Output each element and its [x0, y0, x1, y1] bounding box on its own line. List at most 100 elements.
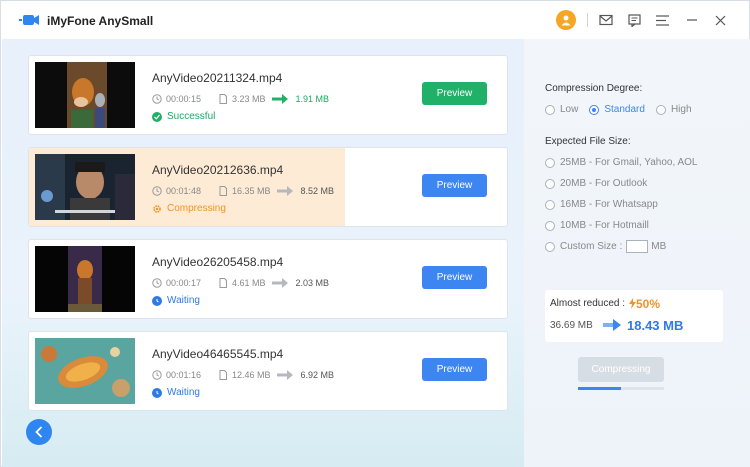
clock-icon [152, 94, 162, 104]
mail-icon[interactable] [597, 11, 615, 29]
size-option-label: 25MB - For Gmail, Yahoo, AOL [560, 157, 698, 168]
compressed-size: 18.43 MB [627, 318, 684, 333]
video-duration: 00:01:16 [166, 370, 202, 380]
radio-high[interactable] [655, 104, 666, 115]
arrow-right-icon [271, 94, 288, 104]
compression-degree-options: Low Standard High [545, 104, 703, 115]
reduction-summary: Almost reduced : 50% 36.69 MB 18.43 MB [545, 290, 723, 342]
video-size-before: 12.46 MB [232, 370, 271, 380]
title-bar: iMyFone AnySmall [1, 1, 749, 39]
video-status-text: Waiting [167, 295, 200, 306]
feedback-icon[interactable] [625, 11, 643, 29]
degree-option-high[interactable]: High [655, 104, 692, 115]
file-icon [219, 370, 227, 380]
app-title: iMyFone AnySmall [47, 14, 154, 28]
size-option-10mb[interactable]: 10MB - For Hotmaill [545, 220, 649, 231]
video-size-after: 2.03 MB [295, 278, 330, 288]
radio-standard[interactable] [589, 104, 600, 115]
settings-panel: Compression Degree: Low Standard High Ex… [524, 39, 750, 467]
video-status: Waiting [152, 295, 200, 306]
user-avatar-icon[interactable] [556, 10, 576, 30]
compress-progress-fill [578, 387, 621, 390]
preview-button[interactable]: Preview [422, 82, 487, 105]
video-status: Waiting [152, 387, 200, 398]
radio-25mb[interactable] [545, 157, 555, 168]
video-meta: 00:00:17 4.61 MB 2.03 MB [152, 277, 329, 289]
size-option-label: 10MB - For Hotmaill [560, 220, 649, 231]
degree-option-low[interactable]: Low [545, 104, 578, 115]
video-filename: AnyVideo26205458.mp4 [152, 255, 284, 269]
chevron-left-icon [35, 426, 43, 438]
compress-progress-bar [578, 387, 664, 390]
clock-filled-icon [152, 387, 162, 398]
video-status-text: Successful [167, 111, 216, 122]
video-thumbnail [35, 338, 135, 404]
size-option-16mb[interactable]: 16MB - For Whatsapp [545, 199, 658, 210]
file-icon [219, 94, 227, 104]
video-size-after: 1.91 MB [295, 94, 330, 104]
expected-size-label: Expected File Size: [545, 136, 631, 147]
video-thumbnail [35, 246, 135, 312]
original-size: 36.69 MB [550, 320, 593, 331]
video-thumbnail [35, 62, 135, 128]
check-circle-icon [152, 111, 162, 122]
size-option-label: 20MB - For Outlook [560, 178, 648, 189]
preview-button[interactable]: Preview [422, 358, 487, 381]
video-item: AnyVideo26205458.mp4 00:00:17 4.61 MB 2.… [28, 239, 508, 319]
degree-option-standard[interactable]: Standard [589, 104, 645, 115]
video-filename: AnyVideo20211324.mp4 [152, 71, 283, 85]
reduced-percent: 50% [629, 297, 660, 311]
radio-20mb[interactable] [545, 178, 555, 189]
radio-10mb[interactable] [545, 220, 555, 231]
video-filename: AnyVideo20212636.mp4 [152, 163, 284, 177]
minimize-icon[interactable] [683, 11, 701, 29]
video-meta: 00:01:48 16.35 MB 8.52 MB [152, 185, 334, 197]
clock-icon [152, 278, 162, 288]
compression-degree-label: Compression Degree: [545, 83, 643, 94]
arrow-right-icon [276, 186, 293, 196]
file-icon [219, 278, 227, 288]
arrow-right-icon [276, 370, 293, 380]
app-logo-icon [19, 15, 39, 25]
video-status-text: Waiting [167, 387, 200, 398]
video-duration: 00:01:48 [166, 186, 202, 196]
close-icon[interactable] [711, 11, 729, 29]
video-item: AnyVideo20212636.mp4 00:01:48 16.35 MB 8… [28, 147, 508, 227]
size-option-20mb[interactable]: 20MB - For Outlook [545, 178, 647, 189]
clock-icon [152, 186, 162, 196]
video-status-text: Compressing [167, 203, 226, 214]
video-duration: 00:00:15 [166, 94, 202, 104]
custom-size-unit: MB [651, 241, 667, 252]
video-size-before: 4.61 MB [232, 278, 266, 288]
video-item: AnyVideo46465545.mp4 00:01:16 12.46 MB 6… [28, 331, 508, 411]
reduced-label: Almost reduced : [550, 298, 626, 309]
titlebar-divider [587, 13, 588, 27]
custom-size-input[interactable] [626, 240, 649, 253]
back-button[interactable] [26, 419, 52, 445]
radio-custom[interactable] [545, 241, 555, 252]
preview-button[interactable]: Preview [422, 174, 487, 197]
clock-icon [152, 370, 162, 380]
size-option-custom: Custom Size : MB [545, 240, 666, 253]
arrow-right-icon [271, 278, 288, 288]
video-duration: 00:00:17 [166, 278, 202, 288]
menu-icon[interactable] [653, 11, 671, 29]
size-option-25mb[interactable]: 25MB - For Gmail, Yahoo, AOL [545, 157, 697, 168]
custom-size-label: Custom Size : [560, 241, 623, 252]
compress-button[interactable]: Compressing [578, 357, 664, 382]
arrow-right-icon [603, 319, 621, 331]
video-size-before: 16.35 MB [232, 186, 271, 196]
video-size-before: 3.23 MB [232, 94, 266, 104]
radio-low[interactable] [545, 104, 555, 115]
video-meta: 00:01:16 12.46 MB 6.92 MB [152, 369, 334, 381]
video-thumbnail [35, 154, 135, 220]
size-option-label: 16MB - For Whatsapp [560, 199, 658, 210]
radio-16mb[interactable] [545, 199, 555, 210]
video-meta: 00:00:15 3.23 MB 1.91 MB [152, 93, 329, 105]
video-filename: AnyVideo46465545.mp4 [152, 347, 284, 361]
preview-button[interactable]: Preview [422, 266, 487, 289]
video-size-after: 6.92 MB [300, 370, 335, 380]
video-size-after: 8.52 MB [300, 186, 335, 196]
gear-icon [153, 204, 161, 213]
video-list-panel: AnyVideo20211324.mp4 00:00:15 3.23 MB 1.… [2, 39, 524, 467]
